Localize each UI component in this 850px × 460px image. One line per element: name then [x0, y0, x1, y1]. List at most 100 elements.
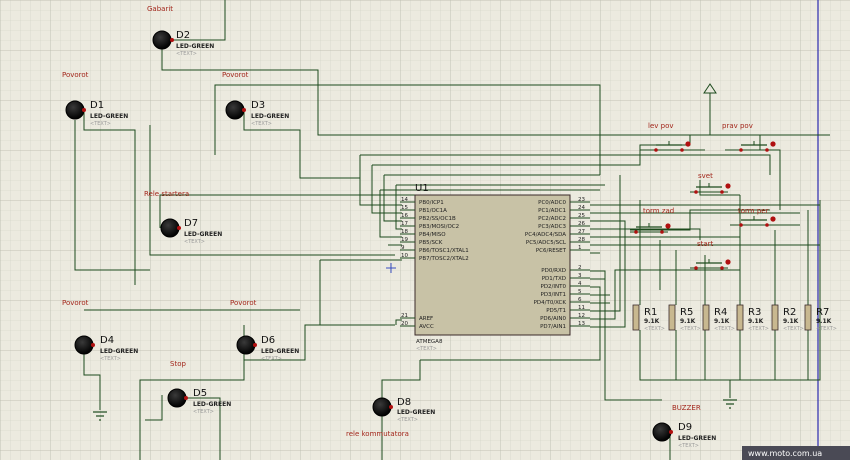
pin-number: 9: [401, 245, 405, 251]
pin-name: PD5/T1: [546, 308, 566, 314]
mcu-text: <TEXT>: [416, 346, 437, 352]
watermark: www.moto.com.ua: [748, 449, 822, 458]
led-ref: D1: [90, 100, 104, 111]
resistor-ref: R7: [816, 307, 829, 318]
resistor-value: 9.1K: [816, 318, 832, 325]
mcu-u1[interactable]: U1 1 4 PB0/ICP1 15 PB1/OC1A 16 PB2/SS/OC1B 17 PB…: [400, 183, 590, 352]
pin-name: PD0/RXD: [541, 268, 566, 274]
resistor-ref: R5: [680, 307, 693, 318]
led-note: Stop: [170, 360, 186, 368]
led-ref: D9: [678, 422, 692, 433]
pin-name: PC5/ADC5/SCL: [526, 240, 567, 246]
pin-name: PD4/T0/XCK: [534, 300, 567, 306]
led-text: <TEXT>: [678, 443, 699, 449]
resistor-value: 9.1K: [748, 318, 764, 325]
led-text: <TEXT>: [100, 356, 121, 362]
pin-name: PD2/INT0: [541, 284, 567, 290]
resistor-text: <TEXT>: [748, 326, 769, 332]
led-value: LED-GREEN: [193, 401, 231, 408]
pin-name: PC1/ADC1: [538, 208, 566, 214]
mcu-part: ATMEGA8: [416, 339, 443, 345]
pin-name: PD6/AIN0: [540, 316, 566, 322]
pin-number: 4: [578, 281, 582, 287]
button-label: svet: [698, 172, 713, 180]
pin-name: PC4/ADC4/SDA: [525, 232, 566, 238]
led-value: LED-GREEN: [90, 113, 128, 120]
button-label: torm per: [738, 207, 769, 215]
pin-name: PB1/OC1A: [419, 208, 447, 214]
pin-number: 5: [578, 289, 582, 295]
pin-number: 17: [401, 221, 408, 227]
mcu-ref: U1: [415, 183, 429, 194]
led-note: Povorot: [62, 299, 89, 307]
pin-number: 25: [578, 213, 585, 219]
pin-name: PB0/ICP1: [419, 200, 444, 206]
pin-name: PB7/TOSC2/XTAL2: [419, 256, 469, 262]
led-note: rele kommutatora: [346, 430, 409, 438]
pin-number: 2: [578, 265, 582, 271]
resistor-value: 9.1K: [680, 318, 696, 325]
pin-name: PD7/AIN1: [540, 324, 566, 330]
button-label: torm zad: [643, 207, 674, 215]
led-ref: D7: [184, 218, 198, 229]
pin-name: PB3/MOSI/OC2: [419, 224, 459, 230]
pin-name: PD1/TXD: [542, 276, 566, 282]
led-note: Rele startera: [144, 190, 189, 198]
pin-number: 19: [401, 237, 408, 243]
resistor-text: <TEXT>: [783, 326, 804, 332]
button-label: prav pov: [722, 122, 753, 130]
pin-name: PB4/MISO: [419, 232, 446, 238]
pin-number: 23: [578, 197, 585, 203]
pin-name: AREF: [419, 316, 433, 322]
led-note: Povorot: [222, 71, 249, 79]
pin-number: 24: [578, 205, 585, 211]
led-text: <TEXT>: [90, 121, 111, 127]
led-text: <TEXT>: [193, 409, 214, 415]
resistor-value: 9.1K: [714, 318, 730, 325]
pin-name: PB2/SS/OC1B: [419, 216, 456, 222]
resistor-text: <TEXT>: [644, 326, 665, 332]
led-value: LED-GREEN: [261, 348, 299, 355]
pin-name: PC0/ADC0: [538, 200, 566, 206]
pin-number: 1: [578, 245, 582, 251]
led-text: <TEXT>: [261, 356, 282, 362]
pin-number: 21: [401, 313, 408, 319]
led-value: LED-GREEN: [100, 348, 138, 355]
pin-name: PC3/ADC3: [538, 224, 566, 230]
led-text: <TEXT>: [176, 51, 197, 57]
pin-number: 11: [578, 305, 585, 311]
pin-number: 3: [578, 273, 582, 279]
led-note: BUZZER: [672, 404, 701, 412]
led-value: LED-GREEN: [184, 231, 222, 238]
pin-number: 18: [401, 229, 408, 235]
led-note: Povorot: [230, 299, 257, 307]
pin-number: 15: [401, 205, 408, 211]
pin-number: 27: [578, 229, 585, 235]
pin-number: 6: [578, 297, 582, 303]
pin-number: 28: [578, 237, 585, 243]
led-note: Povorot: [62, 71, 89, 79]
led-value: LED-GREEN: [251, 113, 289, 120]
led-text: <TEXT>: [184, 239, 205, 245]
resistor-value: 9.1K: [783, 318, 799, 325]
led-ref: D5: [193, 388, 207, 399]
resistor-ref: R1: [644, 307, 657, 318]
pin-name: PB5/SCK: [419, 240, 443, 246]
pin-number: 10: [401, 253, 408, 259]
pin-name: PC6/RESET: [536, 248, 567, 254]
pin-number: 13: [578, 321, 585, 327]
schematic-canvas: Gabarit D2 LED-GREEN <TEXT> Povorot D1 L…: [0, 0, 850, 460]
led-ref: D6: [261, 335, 275, 346]
pin-number: 20: [401, 321, 408, 327]
pin-name: PC2/ADC2: [538, 216, 566, 222]
pin-number: 16: [401, 213, 408, 219]
led-value: LED-GREEN: [176, 43, 214, 50]
led-ref: D2: [176, 30, 190, 41]
button-label: start: [697, 240, 714, 248]
pin-name: PB6/TOSC1/XTAL1: [419, 248, 469, 254]
pin-name: PD3/INT1: [541, 292, 567, 298]
button-label: lev pov: [648, 122, 674, 130]
led-ref: D4: [100, 335, 114, 346]
led-text: <TEXT>: [251, 121, 272, 127]
led-ref: D8: [397, 397, 411, 408]
